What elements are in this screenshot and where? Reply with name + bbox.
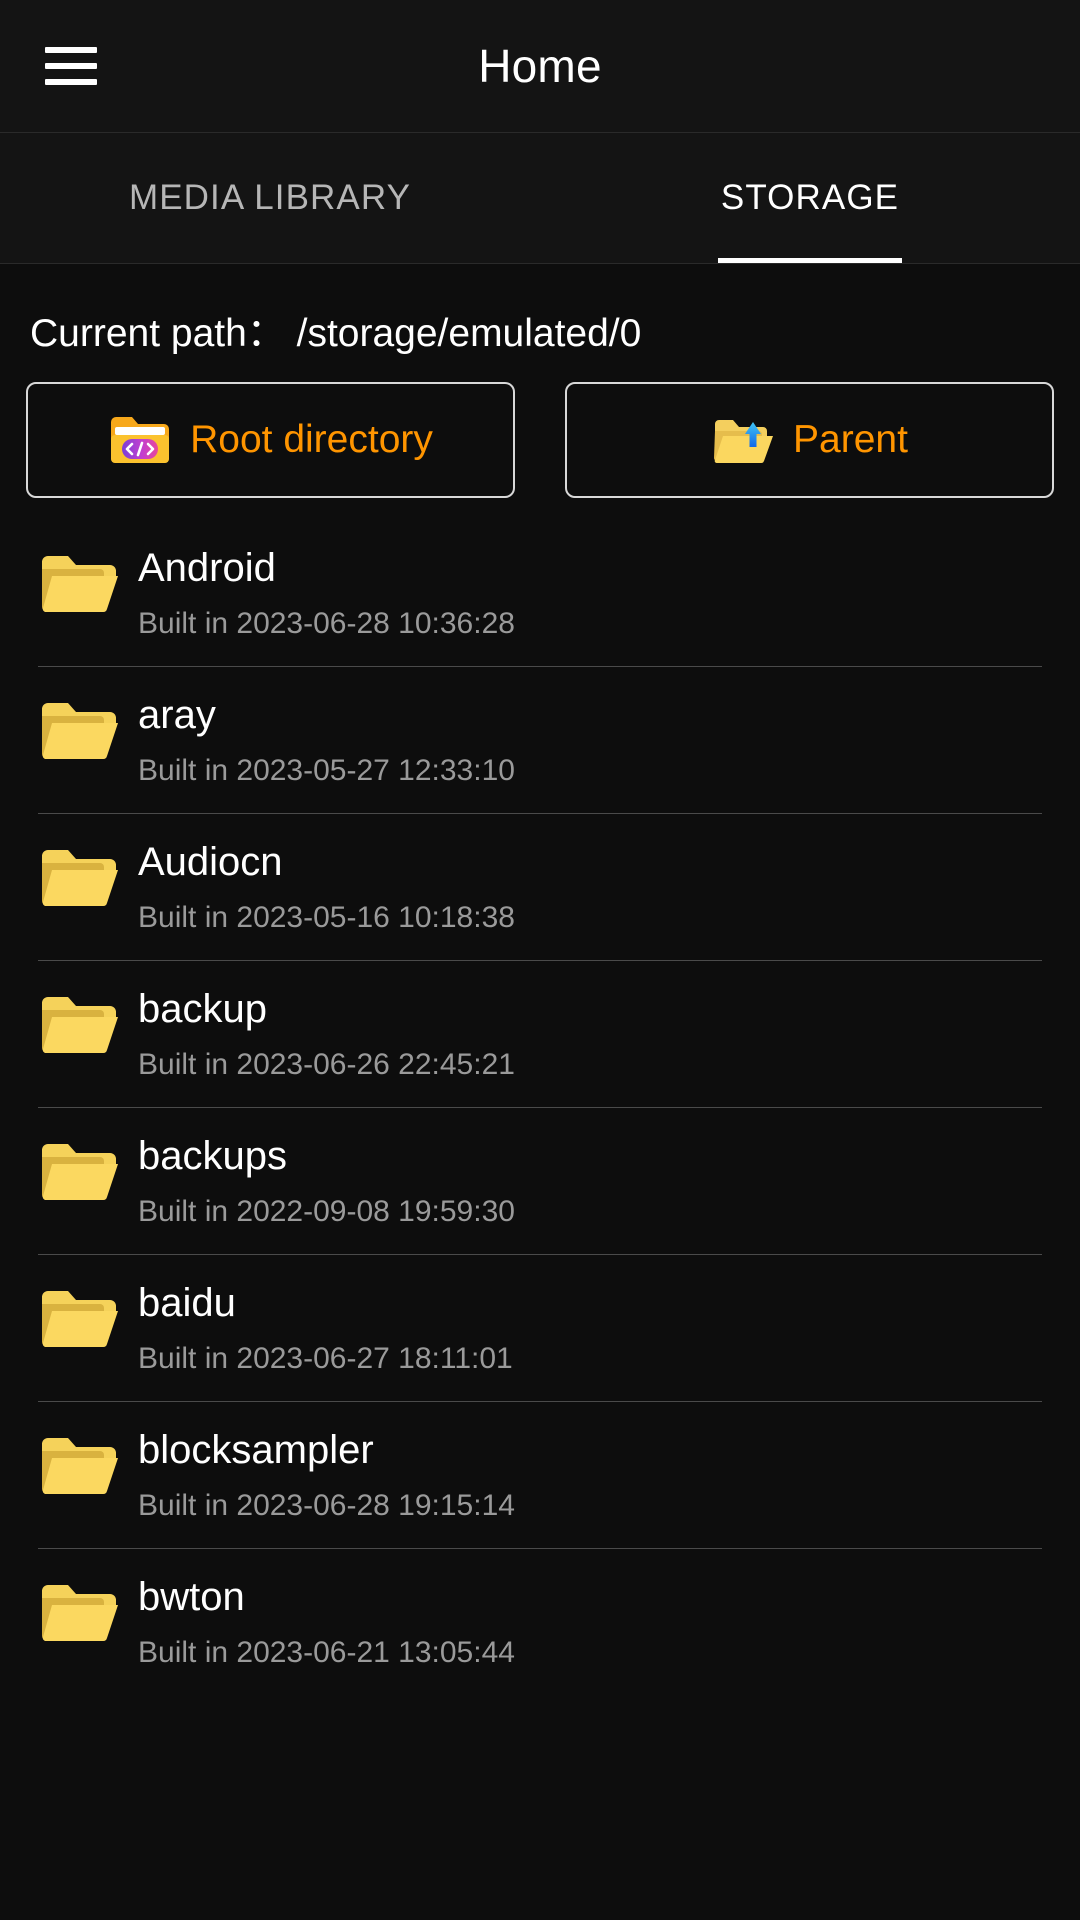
file-name: backup <box>138 987 267 1031</box>
parent-directory-label: Parent <box>793 418 908 461</box>
file-row[interactable]: blocksampler Built in 2023-06-28 19:15:14 <box>0 1402 1080 1548</box>
file-row[interactable]: bwton Built in 2023-06-21 13:05:44 <box>0 1549 1080 1695</box>
file-row-texts: bwton Built in 2023-06-21 13:05:44 <box>138 1563 515 1675</box>
file-name: bwton <box>138 1575 245 1619</box>
folder-icon <box>38 548 120 620</box>
file-meta: Built in 2023-06-26 22:45:21 <box>138 1048 515 1081</box>
file-name: blocksampler <box>138 1428 374 1472</box>
file-meta: Built in 2023-06-27 18:11:01 <box>138 1342 513 1375</box>
hamburger-bar-2 <box>45 63 97 69</box>
root-directory-label: Root directory <box>190 418 433 461</box>
navigation-buttons: Root directory Parent <box>0 382 1080 498</box>
root-directory-button[interactable]: Root directory <box>26 382 515 498</box>
file-name: aray <box>138 693 216 737</box>
folder-icon <box>38 1283 120 1355</box>
file-row-texts: Audiocn Built in 2023-05-16 10:18:38 <box>138 828 515 940</box>
hamburger-menu-icon[interactable] <box>45 47 97 85</box>
file-meta: Built in 2022-09-08 19:59:30 <box>138 1195 515 1228</box>
tab-storage-label: STORAGE <box>720 178 900 217</box>
tab-media-library[interactable]: MEDIA LIBRARY <box>0 133 540 263</box>
current-path: Current path： /storage/emulated/0 <box>30 312 642 355</box>
page-title: Home <box>478 40 602 92</box>
file-list[interactable]: Android Built in 2023-06-28 10:36:28 aray… <box>0 520 1080 1695</box>
file-row[interactable]: backup Built in 2023-06-26 22:45:21 <box>0 961 1080 1107</box>
file-row[interactable]: aray Built in 2023-05-27 12:33:10 <box>0 667 1080 813</box>
file-meta: Built in 2023-06-28 19:15:14 <box>138 1489 515 1522</box>
app-bar: Home <box>0 0 1080 133</box>
file-row[interactable]: backups Built in 2022-09-08 19:59:30 <box>0 1108 1080 1254</box>
file-row[interactable]: baidu Built in 2023-06-27 18:11:01 <box>0 1255 1080 1401</box>
file-row-texts: Android Built in 2023-06-28 10:36:28 <box>138 534 515 646</box>
file-row-texts: aray Built in 2023-05-27 12:33:10 <box>138 681 515 793</box>
file-row-texts: backups Built in 2022-09-08 19:59:30 <box>138 1122 515 1234</box>
folder-icon <box>38 695 120 767</box>
folder-up-arrow-icon <box>711 412 775 468</box>
folder-icon <box>38 842 120 914</box>
file-row-texts: baidu Built in 2023-06-27 18:11:01 <box>138 1269 513 1381</box>
tab-storage[interactable]: STORAGE <box>540 133 1080 263</box>
file-name: backups <box>138 1134 287 1178</box>
tab-bar: MEDIA LIBRARY STORAGE <box>0 133 1080 264</box>
hamburger-bar-3 <box>45 79 97 85</box>
file-row-texts: backup Built in 2023-06-26 22:45:21 <box>138 975 515 1087</box>
file-name: Android <box>138 546 276 590</box>
tab-indicator-storage <box>718 258 902 263</box>
file-meta: Built in 2023-05-27 12:33:10 <box>138 754 515 787</box>
file-meta: Built in 2023-06-21 13:05:44 <box>138 1636 515 1669</box>
file-row-texts: blocksampler Built in 2023-06-28 19:15:14 <box>138 1416 515 1528</box>
folder-icon <box>38 1577 120 1649</box>
file-name: baidu <box>138 1281 236 1325</box>
hamburger-bar-1 <box>45 47 97 53</box>
parent-directory-button[interactable]: Parent <box>565 382 1054 498</box>
file-row[interactable]: Audiocn Built in 2023-05-16 10:18:38 <box>0 814 1080 960</box>
file-name: Audiocn <box>138 840 283 884</box>
folder-icon <box>38 989 120 1061</box>
folder-icon <box>38 1430 120 1502</box>
folder-icon <box>38 1136 120 1208</box>
file-meta: Built in 2023-06-28 10:36:28 <box>138 607 515 640</box>
tab-media-library-label: MEDIA LIBRARY <box>128 178 412 217</box>
file-row[interactable]: Android Built in 2023-06-28 10:36:28 <box>0 520 1080 666</box>
folder-code-icon <box>108 412 172 468</box>
file-meta: Built in 2023-05-16 10:18:38 <box>138 901 515 934</box>
